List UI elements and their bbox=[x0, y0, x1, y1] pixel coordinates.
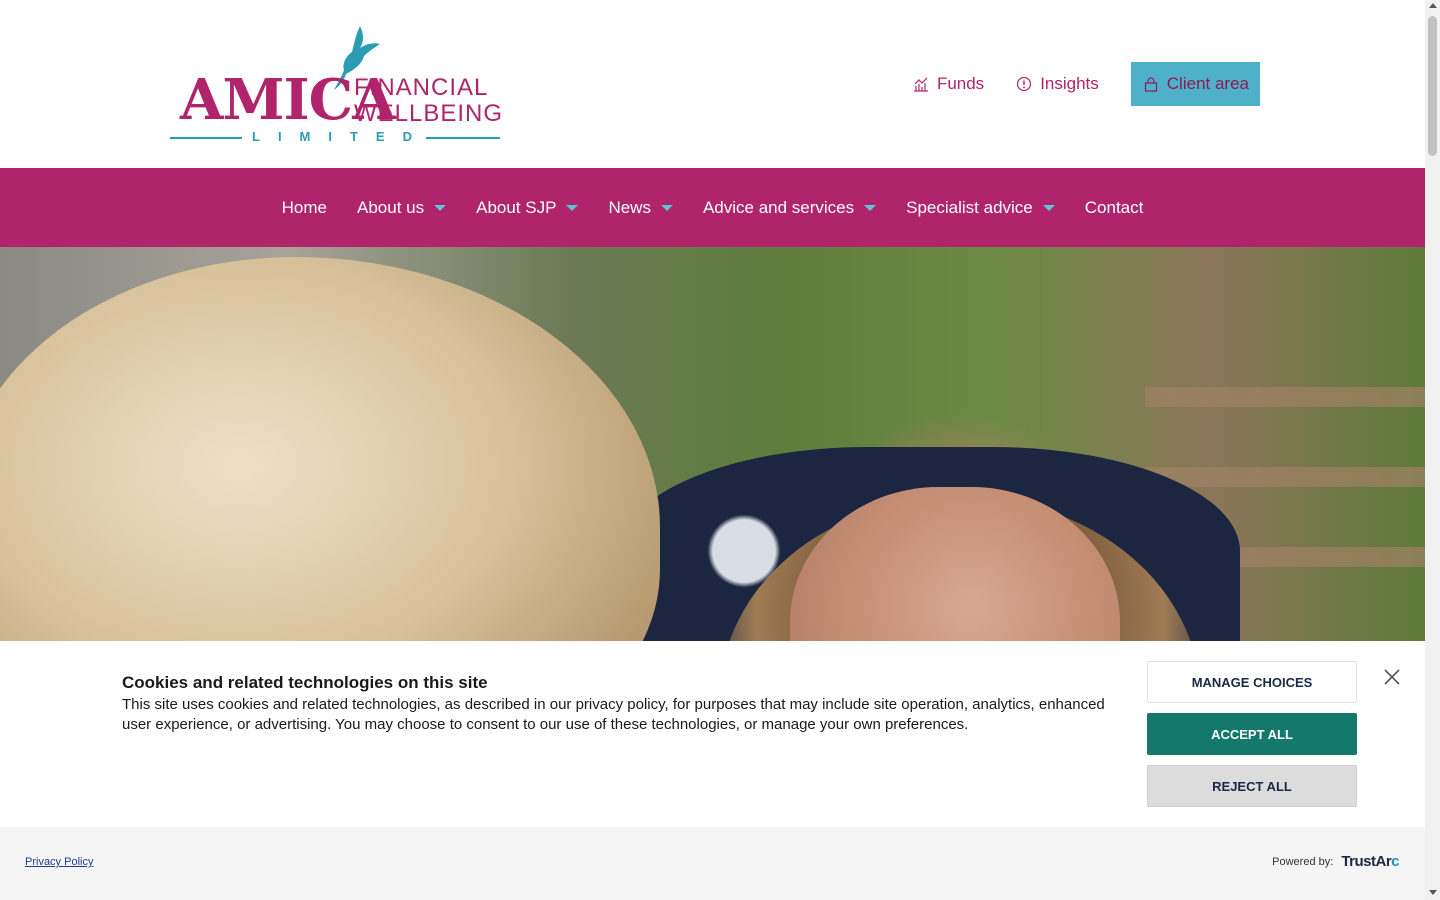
caret-down-icon bbox=[566, 204, 579, 211]
scrollbar-thumb[interactable] bbox=[1428, 16, 1437, 156]
trustarc-logo-accent: c bbox=[1391, 853, 1399, 870]
cookie-title: Cookies and related technologies on this… bbox=[122, 673, 488, 692]
info-icon bbox=[1017, 76, 1032, 92]
trustarc-logo[interactable]: TrustArc bbox=[1341, 853, 1399, 870]
powered-by-label: Powered by: bbox=[1272, 855, 1334, 868]
caret-down-icon bbox=[660, 204, 673, 211]
scroll-up-icon[interactable] bbox=[1429, 3, 1437, 8]
insights-label: Insights bbox=[1040, 74, 1099, 93]
client-area-button[interactable]: Client area bbox=[1130, 62, 1260, 106]
utility-links: Funds Insights Client area bbox=[913, 62, 1260, 106]
insights-link[interactable]: Insights bbox=[1016, 62, 1099, 106]
logo-rule-right bbox=[426, 137, 500, 139]
nav-item-label: Contact bbox=[1084, 197, 1144, 217]
nav-item-label: News bbox=[608, 197, 651, 217]
nav-item-specialist-advice[interactable]: Specialist advice bbox=[891, 168, 1070, 247]
site-logo[interactable]: AMICA FINANCIAL WELLBEING LIMITED bbox=[170, 24, 502, 148]
cookie-banner: Cookies and related technologies on this… bbox=[0, 641, 1425, 827]
nav-item-label: Specialist advice bbox=[906, 197, 1033, 217]
main-nav: Home About us About SJP News Advice and … bbox=[0, 168, 1425, 247]
nav-item-label: About SJP bbox=[476, 197, 557, 217]
funds-label: Funds bbox=[936, 74, 985, 93]
client-area-label: Client area bbox=[1166, 74, 1249, 93]
lock-icon bbox=[1144, 77, 1157, 92]
hero-foreground-hair bbox=[0, 257, 660, 641]
nav-item-label: Home bbox=[281, 197, 327, 217]
site-header: AMICA FINANCIAL WELLBEING LIMITED Funds bbox=[0, 0, 1425, 168]
close-icon[interactable] bbox=[1383, 668, 1401, 686]
cookie-footer: Privacy Policy Powered by: TrustArc bbox=[0, 827, 1425, 900]
caret-down-icon bbox=[434, 204, 447, 211]
nav-item-about-us[interactable]: About us bbox=[342, 168, 461, 247]
nav-item-home[interactable]: Home bbox=[267, 168, 342, 247]
page-scrollbar[interactable] bbox=[1425, 0, 1440, 900]
nav-item-contact[interactable]: Contact bbox=[1070, 168, 1159, 247]
cookie-description: This site uses cookies and related techn… bbox=[122, 696, 1105, 733]
nav-item-advice-services[interactable]: Advice and services bbox=[688, 168, 891, 247]
scroll-down-icon[interactable] bbox=[1429, 890, 1437, 895]
accept-all-button[interactable]: ACCEPT ALL bbox=[1147, 713, 1357, 755]
powered-by: Powered by: TrustArc bbox=[1272, 853, 1399, 870]
nav-item-label: About us bbox=[357, 197, 425, 217]
nav-item-about-sjp[interactable]: About SJP bbox=[461, 168, 593, 247]
logo-line3: LIMITED bbox=[252, 129, 430, 144]
nav-item-news[interactable]: News bbox=[593, 168, 688, 247]
caret-down-icon bbox=[1042, 204, 1055, 211]
manage-choices-button[interactable]: MANAGE CHOICES bbox=[1147, 661, 1357, 703]
caret-down-icon bbox=[864, 204, 877, 211]
privacy-policy-link[interactable]: Privacy Policy bbox=[25, 856, 93, 868]
nav-item-label: Advice and services bbox=[702, 197, 855, 217]
reject-all-button[interactable]: REJECT ALL bbox=[1147, 765, 1357, 807]
funds-link[interactable]: Funds bbox=[913, 62, 984, 106]
logo-rule-left bbox=[170, 137, 242, 139]
logo-line1: FINANCIAL bbox=[354, 74, 489, 101]
page: AMICA FINANCIAL WELLBEING LIMITED Funds bbox=[0, 0, 1425, 900]
hero-image bbox=[0, 247, 1425, 641]
trustarc-logo-main: TrustAr bbox=[1341, 853, 1392, 870]
logo-line2: WELLBEING bbox=[354, 100, 504, 127]
chart-icon bbox=[913, 77, 928, 92]
